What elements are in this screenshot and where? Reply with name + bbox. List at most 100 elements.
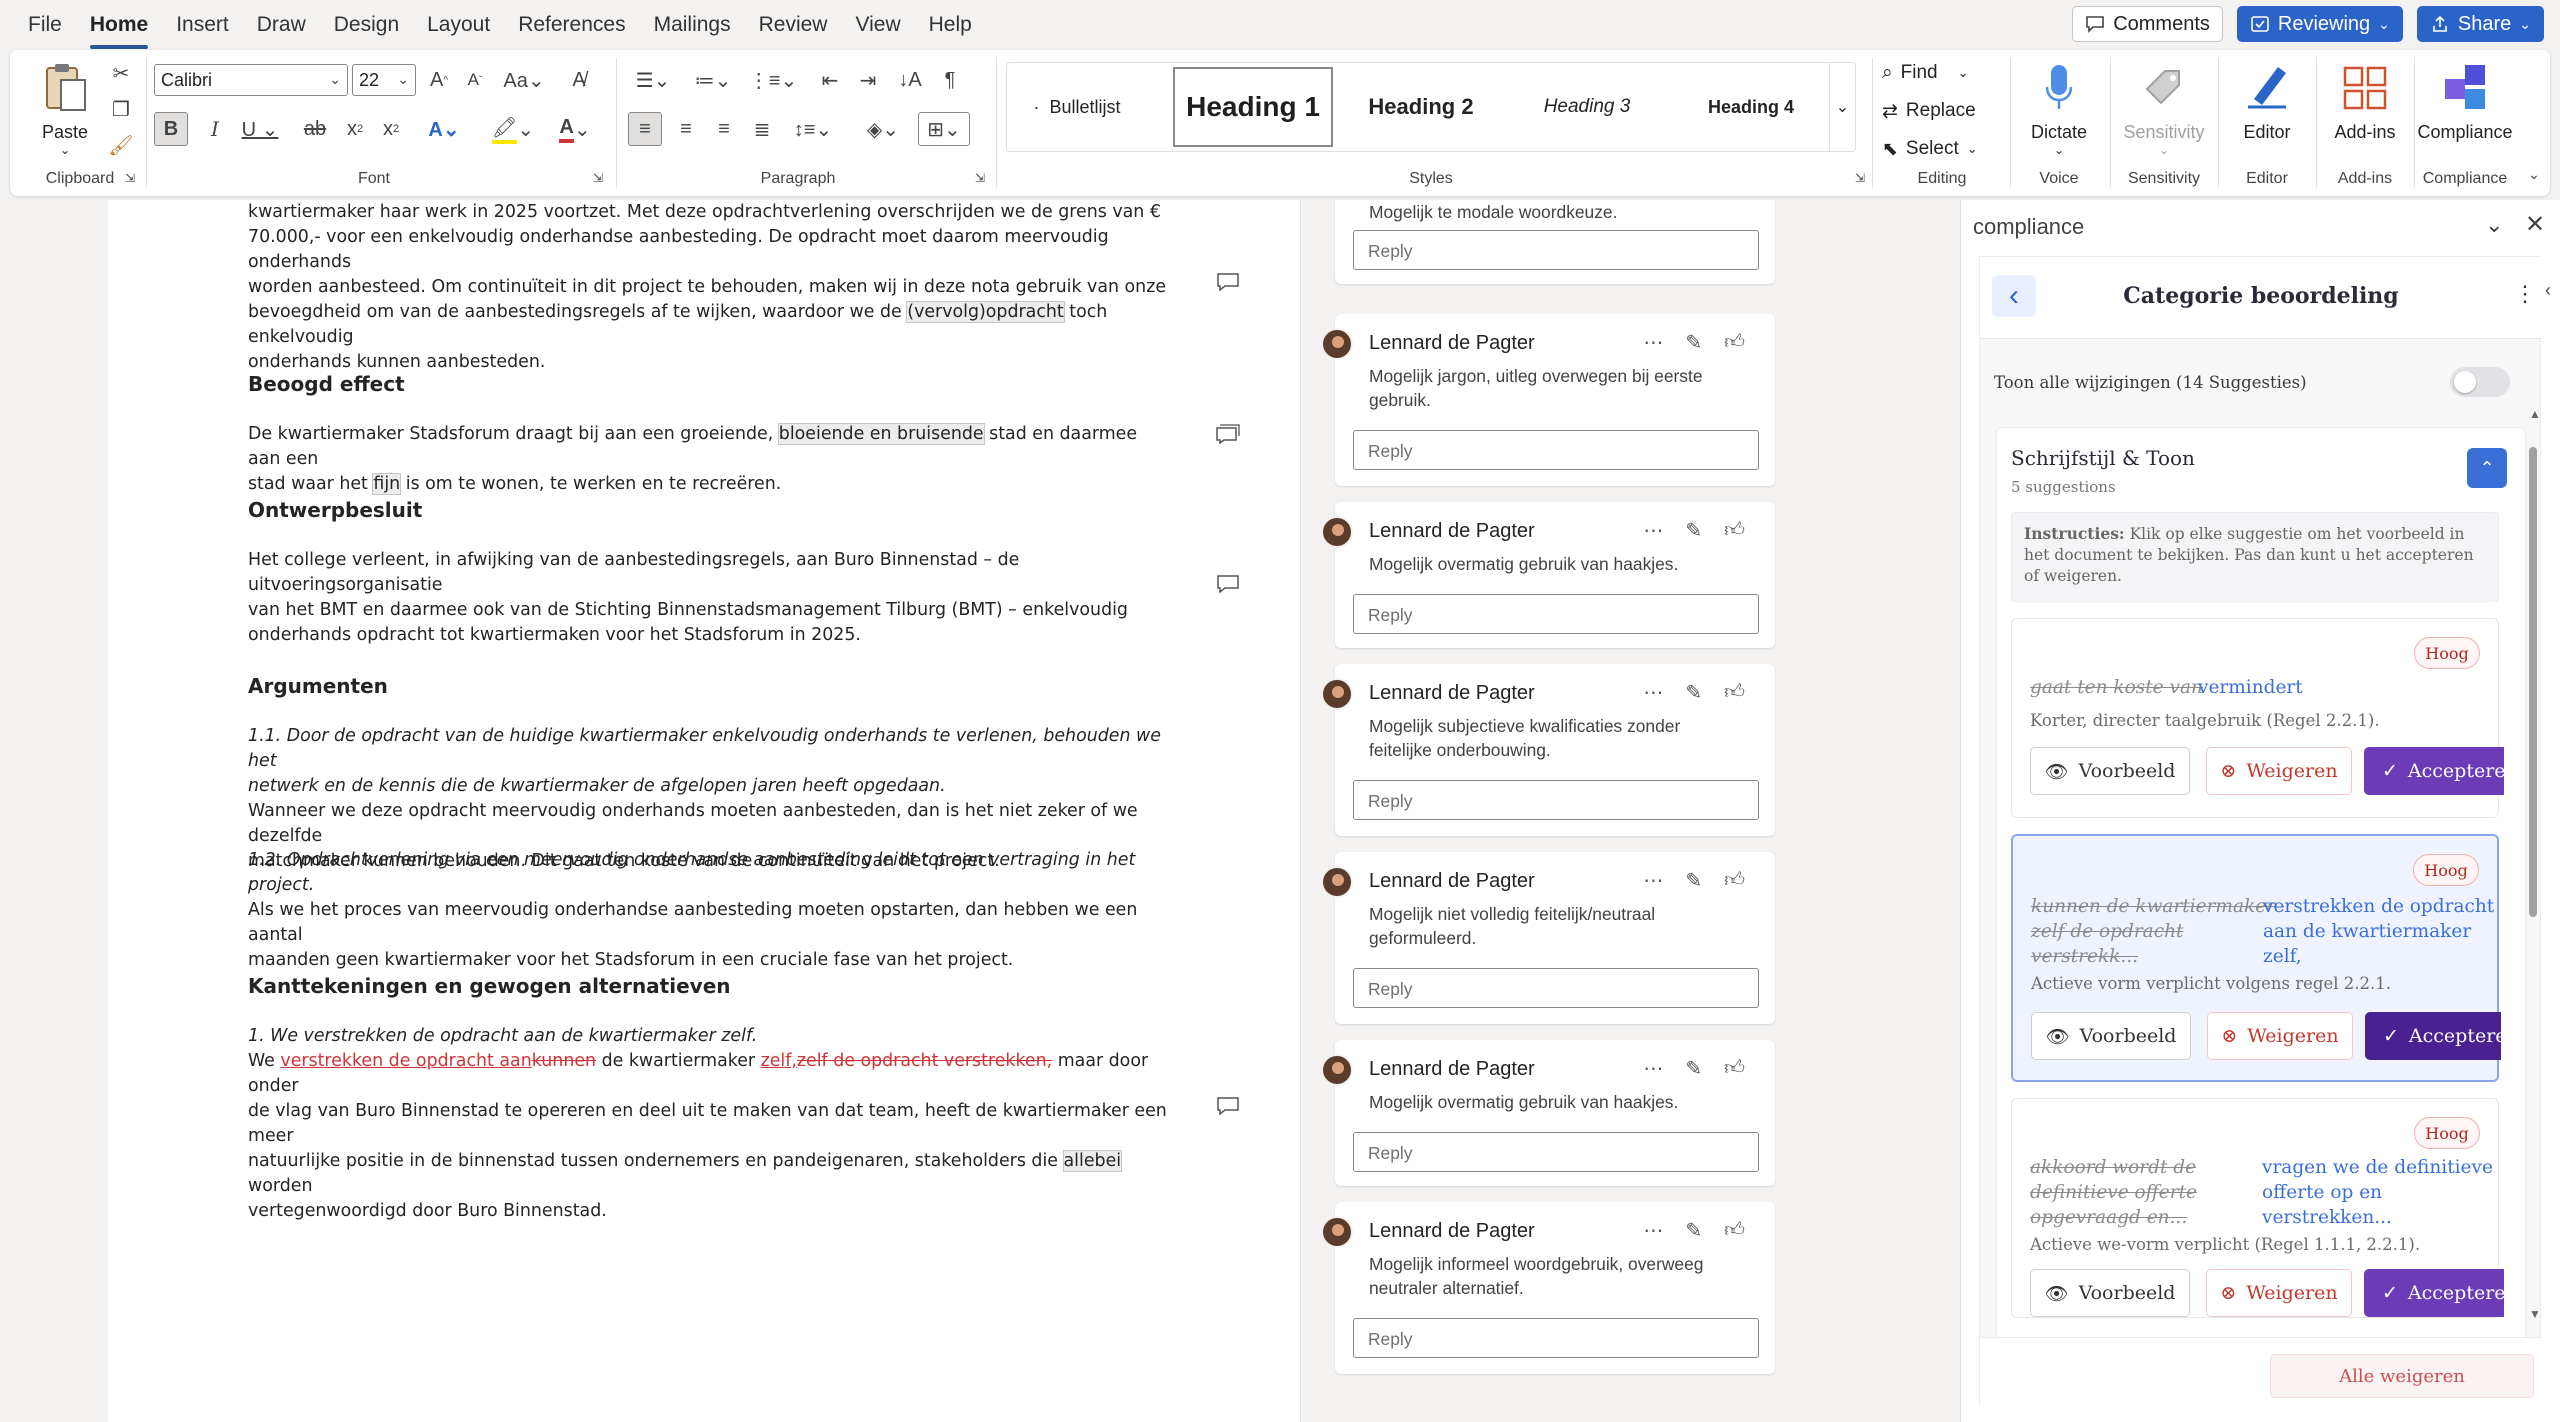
reply-input[interactable]: Reply [1353, 1132, 1759, 1172]
borders-icon[interactable]: ⊞⌄ [918, 112, 970, 146]
font-color-icon[interactable]: A ⌄ [550, 112, 600, 146]
highlighted-text[interactable]: bloeiende en bruisende [777, 423, 985, 445]
italic-button[interactable]: I [200, 112, 230, 146]
format-painter-icon[interactable]: 🖌 [106, 130, 136, 160]
accept-button[interactable]: ✓ Accepteren [2365, 1012, 2519, 1060]
tracked-insertion[interactable]: zelf, [761, 1051, 797, 1071]
menu-layout[interactable]: Layout [427, 13, 490, 37]
reply-input[interactable]: Reply [1353, 430, 1759, 470]
menu-insert[interactable]: Insert [176, 13, 229, 37]
change-case-icon[interactable]: Aa⌄ [500, 64, 548, 96]
style-heading-2[interactable]: Heading 2 [1341, 63, 1501, 151]
pane-options-chevron-icon[interactable]: ⌄ [2485, 212, 2503, 238]
edit-icon[interactable]: ✎ [1685, 868, 1702, 893]
addins-button[interactable]: Add-ins [2320, 56, 2410, 166]
edit-icon[interactable]: ✎ [1685, 330, 1702, 355]
preview-button[interactable]: 👁︎ Voorbeeld [2031, 1012, 2191, 1060]
reply-input[interactable]: Reply [1353, 780, 1759, 820]
more-options-icon[interactable]: ⋯ [1643, 1218, 1663, 1243]
collapse-category-button[interactable]: ⌃ [2467, 448, 2507, 488]
menu-file[interactable]: File [28, 13, 62, 37]
dialog-launcher-icon[interactable]: ⇲ [1852, 170, 1868, 186]
comment-card[interactable]: Lennard de Pagter ⋯ ✎ 👍︎ Mogelijk jargon, … [1321, 314, 1775, 486]
justify-button[interactable]: ≣ [746, 112, 778, 146]
sensitivity-button[interactable]: Sensitivity ⌄ [2114, 56, 2214, 166]
reviewing-button[interactable]: Reviewing ⌄ [2236, 6, 2403, 42]
close-icon[interactable]: ✕ [2525, 210, 2545, 239]
font-name-combo[interactable]: Calibri ⌄ [154, 64, 348, 96]
more-options-icon[interactable]: ⋯ [1643, 330, 1663, 355]
comment-marker-icon[interactable] [1216, 424, 1240, 444]
reject-all-button[interactable]: Alle weigeren [2270, 1354, 2534, 1398]
edit-icon[interactable]: ✎ [1685, 680, 1702, 705]
accept-button[interactable]: ✓ Accepteren [2364, 1269, 2518, 1317]
tracked-deletion[interactable]: kunnen [532, 1051, 596, 1071]
underline-button[interactable]: U ⌄ [238, 112, 282, 146]
reject-button[interactable]: ⊗ Weigeren [2207, 1012, 2353, 1060]
reject-button[interactable]: ⊗ Weigeren [2206, 1269, 2352, 1317]
suggestion-card[interactable]: Hoog akkoord wordt de definitieve offert… [2011, 1098, 2518, 1318]
suggestion-card[interactable]: Hoog gaat ten koste van vermindert Korte… [2011, 618, 2518, 818]
reply-input[interactable]: Reply [1353, 968, 1759, 1008]
reject-button[interactable]: ⊗ Weigeren [2206, 747, 2352, 795]
more-options-icon[interactable]: ⋯ [1643, 868, 1663, 893]
bullets-icon[interactable]: ☰⌄ [628, 64, 678, 96]
style-heading-1[interactable]: Heading 1 [1173, 67, 1333, 147]
like-icon[interactable]: 👍︎ [1724, 1218, 1745, 1243]
comment-marker-icon[interactable] [1216, 1096, 1240, 1116]
like-icon[interactable]: 👍︎ [1724, 518, 1745, 543]
compliance-button[interactable]: Compliance [2406, 56, 2524, 166]
copy-icon[interactable]: ❐ [106, 94, 136, 124]
menu-review[interactable]: Review [759, 13, 828, 37]
menu-design[interactable]: Design [334, 13, 399, 37]
comment-card[interactable]: Lennard de Pagter ⋯ ✎ 👍︎ Mogelijk niet vol… [1321, 852, 1775, 1024]
line-spacing-icon[interactable]: ↕≡⌄ [788, 112, 838, 146]
pane-side-chevron-icon[interactable]: ‹ [2545, 280, 2551, 301]
show-all-changes-toggle[interactable] [2450, 367, 2510, 397]
share-button[interactable]: Share ⌄ [2416, 6, 2544, 42]
comment-card[interactable]: Lennard de Pagter ⋯ ✎ 👍︎ Mogelijk subjecti… [1321, 664, 1775, 836]
reply-input[interactable]: Reply [1353, 1318, 1759, 1358]
sort-icon[interactable]: ↓A [894, 64, 926, 96]
dialog-launcher-icon[interactable]: ⇲ [590, 170, 606, 186]
reply-input[interactable]: Reply [1353, 230, 1759, 270]
comments-button[interactable]: Comments [2072, 6, 2223, 42]
menu-draw[interactable]: Draw [257, 13, 306, 37]
increase-indent-icon[interactable]: ⇥ [852, 64, 884, 96]
replace-button[interactable]: ⇄ Replace [1882, 94, 2002, 128]
shrink-font-icon[interactable]: Aˇ [460, 64, 490, 96]
numbering-icon[interactable]: ≔⌄ [688, 64, 738, 96]
dialog-launcher-icon[interactable]: ⇲ [122, 170, 138, 186]
edit-icon[interactable]: ✎ [1685, 1056, 1702, 1081]
bold-button[interactable]: B [154, 112, 188, 146]
tracked-deletion[interactable]: zelf de opdracht verstrekken, [797, 1051, 1052, 1071]
paste-button[interactable]: Paste ⌄ [20, 56, 110, 166]
menu-view[interactable]: View [855, 13, 900, 37]
menu-mailings[interactable]: Mailings [654, 13, 731, 37]
comment-marker-icon[interactable] [1216, 574, 1240, 594]
menu-references[interactable]: References [518, 13, 625, 37]
multilevel-list-icon[interactable]: ⋮≡⌄ [748, 64, 798, 96]
dictate-button[interactable]: Dictate ⌄ [2014, 56, 2104, 166]
select-button[interactable]: ⬉ Select ⌄ [1882, 132, 2002, 166]
ribbon-collapse-icon[interactable]: ⌄ [2524, 164, 2544, 184]
grow-font-icon[interactable]: A ^ [424, 64, 454, 96]
more-options-icon[interactable]: ⋯ [1643, 1056, 1663, 1081]
suggestion-card-selected[interactable]: Hoog kunnen de kwartiermaker zelf de opd… [2011, 834, 2519, 1082]
highlighted-text[interactable]: fijn [372, 473, 402, 495]
style-heading-4[interactable]: Heading 4 [1671, 63, 1831, 151]
show-formatting-icon[interactable]: ¶ [934, 64, 966, 96]
align-center-button[interactable]: ≡ [670, 112, 702, 146]
decrease-indent-icon[interactable]: ⇤ [814, 64, 846, 96]
highlighted-text[interactable]: (vervolg)opdracht [906, 301, 1065, 323]
comment-card[interactable]: Lennard de Pagter ⋯ ✎ 👍︎ Mogelijk informee… [1321, 1202, 1775, 1374]
styles-more-icon[interactable]: ⌄ [1829, 63, 1855, 151]
align-right-button[interactable]: ≡ [708, 112, 740, 146]
more-options-icon[interactable]: ⋯ [1643, 680, 1663, 705]
text-effects-icon[interactable]: A⌄ [420, 112, 468, 146]
shading-icon[interactable]: ◈⌄ [858, 112, 908, 146]
subscript-button[interactable]: x2 [340, 112, 370, 146]
strikethrough-button[interactable]: ab [300, 112, 330, 146]
more-vertical-icon[interactable]: ⋮ [2514, 281, 2536, 307]
like-icon[interactable]: 👍︎ [1724, 1056, 1745, 1081]
